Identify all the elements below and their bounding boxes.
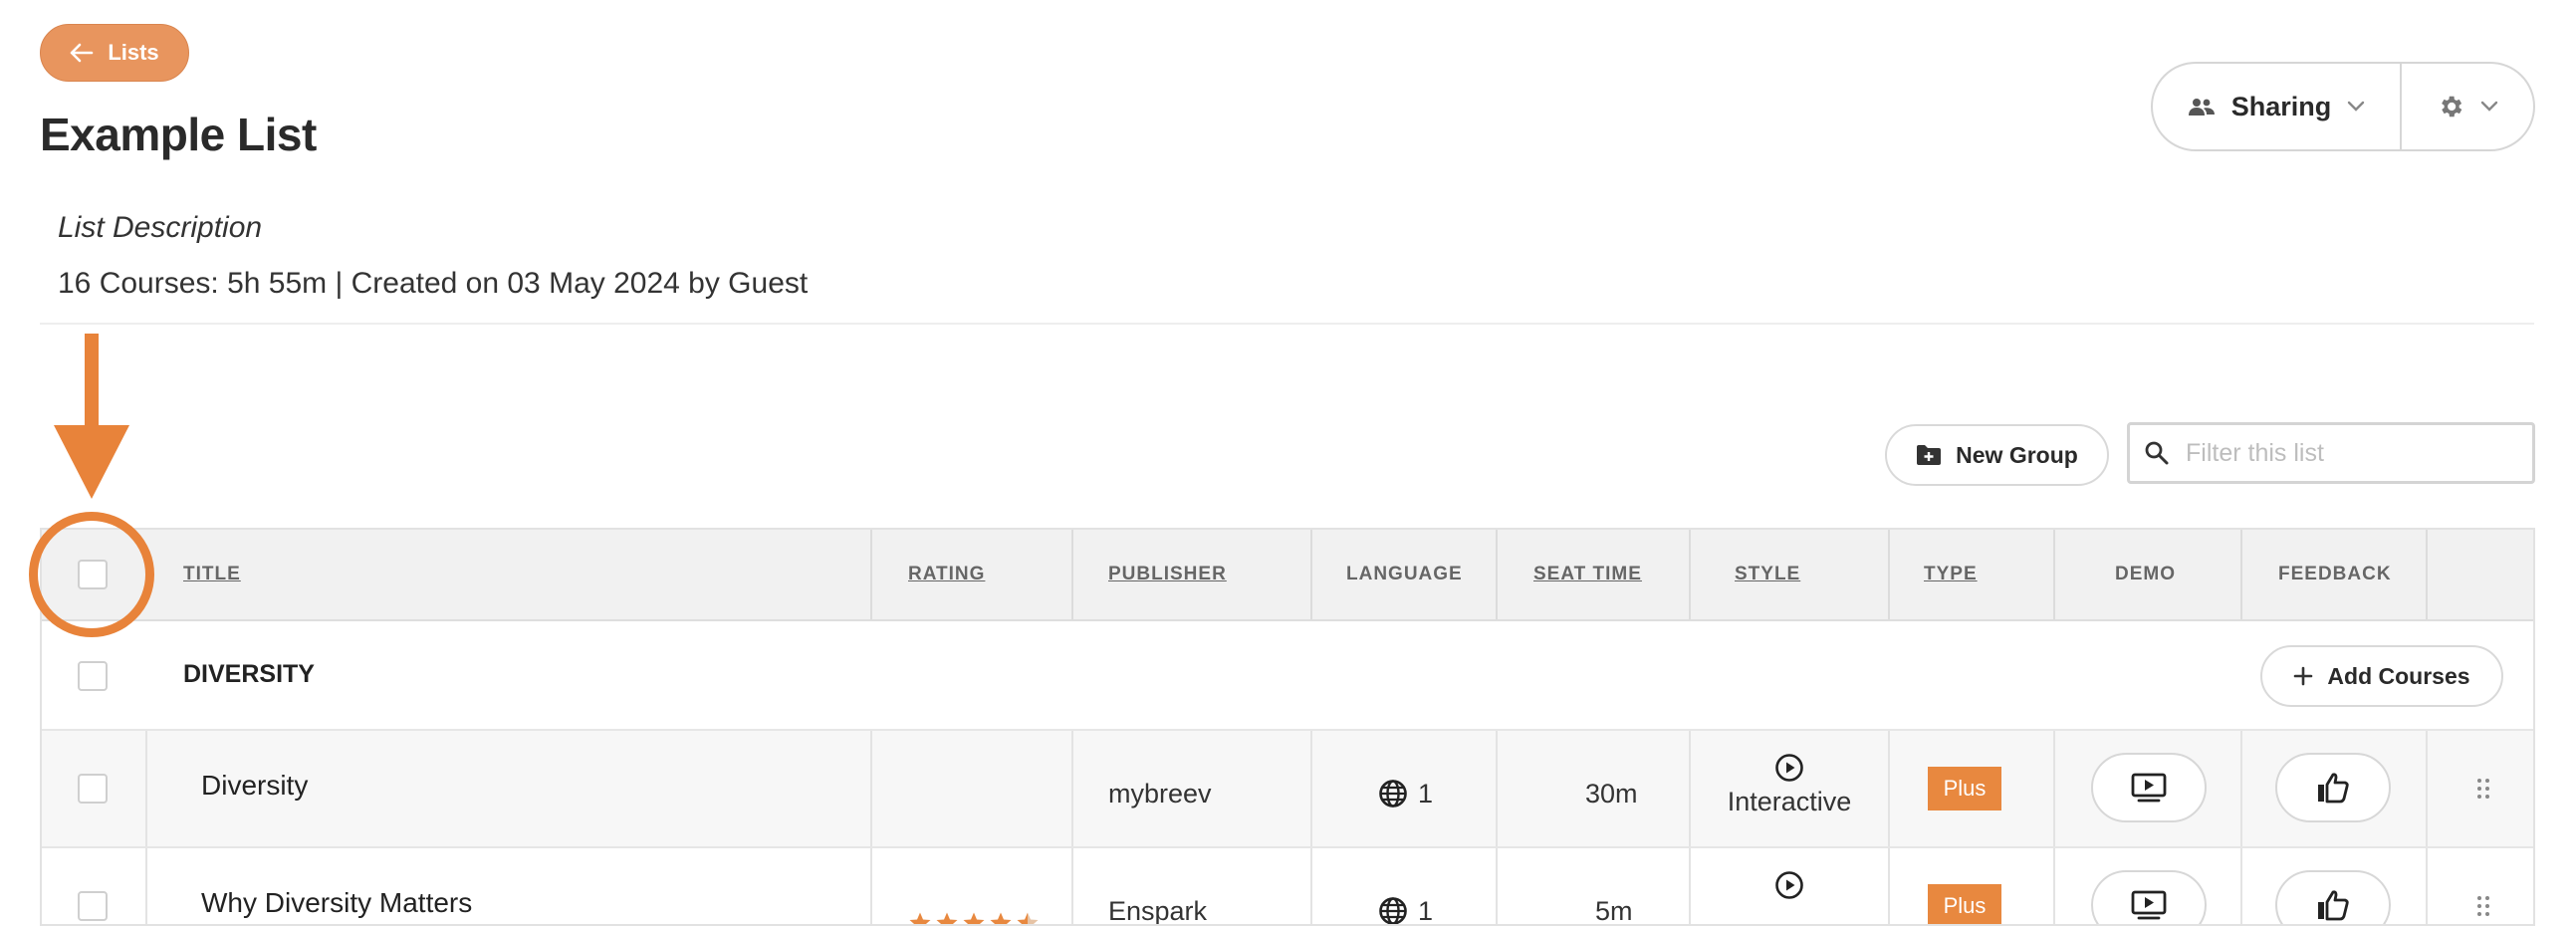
page-title: Example List [40,108,317,161]
search-icon [2144,440,2170,466]
column-header-type[interactable]: TYPE [1924,530,1978,619]
thumbs-up-icon [2316,772,2350,804]
course-seat-time: 5m [1595,856,1633,926]
course-table: TITLE RATING PUBLISHER LANGUAGE SEAT TIM… [40,528,2535,926]
chevron-down-icon [2480,101,2498,113]
group-checkbox[interactable] [78,661,108,691]
feedback-button[interactable] [2275,753,2391,822]
feedback-button[interactable] [2275,870,2391,926]
list-description: List Description [58,211,262,245]
sharing-settings-group: Sharing [2151,62,2535,151]
style-label: Interactive [1728,787,1852,817]
row-checkbox[interactable] [78,774,108,804]
filter-input[interactable] [2184,438,2506,469]
course-style [1725,870,1854,904]
course-seat-time: 30m [1585,739,1638,848]
thumbs-up-icon [2316,889,2350,921]
play-circle-icon [1774,870,1804,900]
column-header-title[interactable]: TITLE [183,530,241,619]
arrow-left-icon [70,43,94,63]
plus-icon [2293,666,2313,686]
column-header-demo: DEMO [2115,530,2176,619]
back-to-lists-button[interactable]: Lists [40,24,189,82]
column-header-feedback: FEEDBACK [2278,530,2392,619]
course-language: 1 [1378,856,1433,926]
table-row: Diversity mybreev 1 30m Interactive Plus [42,731,2533,848]
filter-list-field [2127,422,2535,484]
course-publisher: Enspark [1108,856,1207,926]
demo-button[interactable] [2091,753,2207,822]
course-language: 1 [1378,739,1433,848]
course-title[interactable]: Why Diversity Matters [201,848,472,926]
language-count: 1 [1418,779,1433,810]
group-name: DIVERSITY [183,621,315,727]
chevron-down-icon [2347,101,2365,113]
new-group-label: New Group [1956,442,2078,469]
settings-dropdown-button[interactable] [2402,64,2533,149]
star-icon [962,911,986,926]
drag-handle-icon[interactable] [2477,779,2489,799]
course-style: Interactive [1725,753,1854,817]
annotation-arrow [50,334,133,503]
sharing-dropdown-button[interactable]: Sharing [2153,64,2402,149]
globe-icon [1378,896,1408,926]
star-icon [908,911,932,926]
column-header-publisher[interactable]: PUBLISHER [1108,530,1227,619]
type-badge: Plus [1928,767,2001,810]
table-header: TITLE RATING PUBLISHER LANGUAGE SEAT TIM… [42,530,2533,621]
annotation-circle [29,512,154,637]
star-rating [908,911,1040,926]
back-button-label: Lists [108,40,158,66]
video-player-icon [2131,773,2167,803]
drag-handle-icon[interactable] [2477,896,2489,916]
demo-button[interactable] [2091,870,2207,926]
star-icon [1016,911,1040,926]
sharing-label: Sharing [2231,92,2332,122]
column-header-seat-time[interactable]: SEAT TIME [1533,530,1642,619]
people-icon [2188,97,2216,116]
type-badge: Plus [1928,884,2001,926]
video-player-icon [2131,890,2167,920]
list-meta: 16 Courses: 5h 55m | Created on 03 May 2… [58,267,808,301]
add-courses-label: Add Courses [2327,663,2469,690]
gear-icon [2437,93,2464,120]
course-title[interactable]: Diversity [201,731,308,840]
globe-icon [1378,779,1408,809]
table-row: Why Diversity Matters Enspark 1 5m Plus [42,848,2533,926]
header-divider [40,323,2534,325]
star-icon [935,911,959,926]
column-header-language: LANGUAGE [1346,530,1463,619]
group-row: DIVERSITY Add Courses [42,621,2533,731]
new-group-button[interactable]: New Group [1885,424,2109,486]
add-courses-button[interactable]: Add Courses [2260,645,2503,707]
star-icon [989,911,1013,926]
column-header-rating[interactable]: RATING [908,530,985,619]
row-checbox[interactable] [78,891,108,921]
folder-plus-icon [1916,444,1942,466]
course-publisher: mybreev [1108,739,1212,848]
play-circle-icon [1774,753,1804,783]
column-header-style[interactable]: STYLE [1735,530,1800,619]
